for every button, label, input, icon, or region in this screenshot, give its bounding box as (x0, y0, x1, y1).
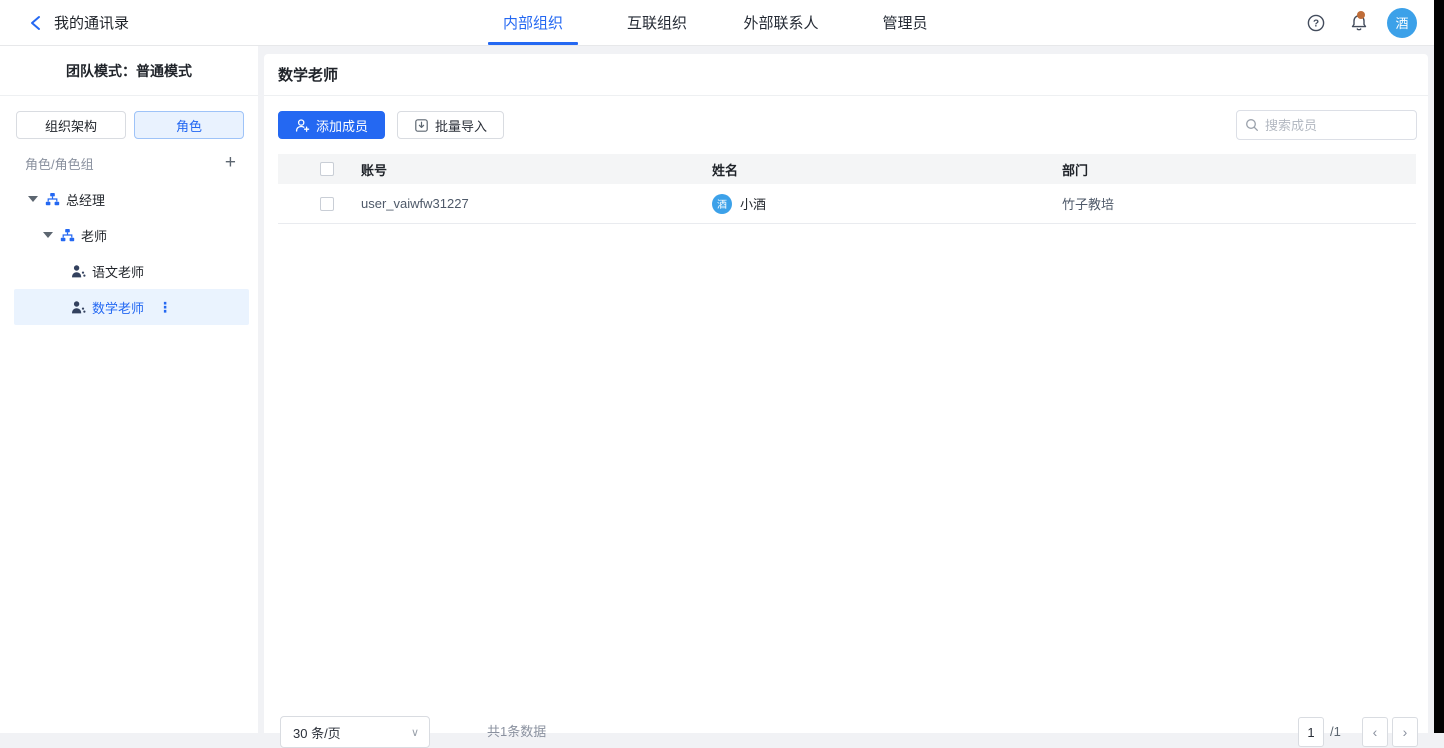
row-checkbox[interactable] (320, 197, 334, 211)
next-page-button[interactable]: › (1392, 717, 1418, 747)
row-checkbox-cell (278, 197, 361, 211)
view-toggle: 组织架构 角色 (0, 96, 258, 139)
role-button[interactable]: 角色 (134, 111, 244, 139)
add-member-label: 添加成员 (316, 116, 368, 135)
search-member-box (1236, 110, 1417, 140)
cell-department: 竹子教培 (1062, 194, 1416, 213)
row-avatar: 酒 (712, 194, 732, 214)
tab-internal-org[interactable]: 内部组织 (488, 0, 578, 45)
tree-item-general-manager[interactable]: 总经理 (14, 181, 249, 217)
tab-label: 内部组织 (503, 12, 563, 33)
import-icon (414, 118, 429, 133)
screen-edge-black-strip (1434, 0, 1444, 733)
main-panel: 数学老师 添加成员 批量导入 (264, 54, 1428, 733)
tab-label: 管理员 (882, 12, 927, 33)
role-group-section: 角色/角色组 + (0, 149, 258, 177)
tree-item-label: 总经理 (66, 190, 105, 209)
cell-name: 酒 小酒 (712, 194, 1062, 214)
notification-dot (1357, 11, 1365, 19)
member-name: 小酒 (740, 194, 766, 213)
help-icon[interactable]: ? (1307, 14, 1325, 32)
tree-item-chinese-teacher[interactable]: 语文老师 (14, 253, 249, 289)
tab-external-contacts[interactable]: 外部联系人 (736, 0, 826, 45)
panel-header: 数学老师 (264, 54, 1428, 96)
more-options-icon[interactable]: ⋮ (158, 299, 172, 316)
add-role-icon[interactable]: + (225, 155, 236, 171)
role-person-icon (71, 300, 86, 315)
tree-item-teacher[interactable]: 老师 (14, 217, 249, 253)
tab-admins[interactable]: 管理员 (860, 0, 950, 45)
page-title[interactable]: 我的通讯录 (54, 12, 129, 33)
collapse-caret-icon[interactable] (27, 196, 38, 202)
add-member-button[interactable]: 添加成员 (278, 111, 385, 139)
page-size-value: 30 条/页 (293, 723, 341, 742)
tab-label: 互联组织 (627, 12, 687, 33)
org-group-icon (60, 228, 75, 243)
search-member-input[interactable] (1265, 118, 1408, 133)
batch-import-label: 批量导入 (435, 116, 487, 135)
sidebar: 团队模式：普通模式 组织架构 角色 角色/角色组 + 总经理 (0, 46, 258, 733)
table-header-row: 账号 姓名 部门 (278, 154, 1416, 184)
add-person-icon (295, 118, 310, 133)
top-bar: 我的通讯录 内部组织 互联组织 外部联系人 管理员 ? (0, 0, 1444, 46)
tab-connected-org[interactable]: 互联组织 (612, 0, 702, 45)
select-all-checkbox[interactable] (320, 162, 334, 176)
org-structure-button[interactable]: 组织架构 (16, 111, 126, 139)
tab-label: 外部联系人 (743, 12, 818, 33)
total-count-label: 共1条数据 (487, 716, 546, 748)
role-group-label: 角色/角色组 (25, 154, 94, 173)
table-row[interactable]: user_vaiwfw31227 酒 小酒 竹子教培 (278, 184, 1416, 224)
breadcrumb: 我的通讯录 (28, 0, 129, 45)
active-tab-underline (488, 42, 578, 45)
prev-page-button[interactable]: ‹ (1362, 717, 1388, 747)
tree-item-label: 语文老师 (92, 262, 144, 281)
tree-item-label: 数学老师 (92, 298, 144, 317)
column-account: 账号 (361, 160, 712, 179)
back-icon[interactable] (28, 14, 44, 32)
tree-item-label: 老师 (81, 226, 107, 245)
page-size-select[interactable]: 30 条/页 ∨ (280, 716, 430, 748)
header-checkbox-cell (278, 162, 361, 176)
toolbar: 添加成员 批量导入 (264, 96, 1428, 154)
column-name: 姓名 (712, 160, 1062, 179)
current-page-box[interactable]: 1 (1298, 717, 1324, 747)
total-pages-label: /1 (1330, 717, 1341, 747)
svg-text:?: ? (1313, 18, 1319, 29)
role-tree: 总经理 老师 (0, 181, 258, 325)
user-avatar[interactable]: 酒 (1387, 8, 1417, 38)
column-department: 部门 (1062, 160, 1416, 179)
role-person-icon (71, 264, 86, 279)
tree-item-math-teacher[interactable]: 数学老师 ⋮ (14, 289, 249, 325)
notification-bell-icon[interactable] (1349, 13, 1369, 33)
org-group-icon (45, 192, 60, 207)
batch-import-button[interactable]: 批量导入 (397, 111, 504, 139)
topbar-actions: ? 酒 (1307, 0, 1417, 45)
cell-account: user_vaiwfw31227 (361, 196, 712, 211)
nav-tabs: 内部组织 互联组织 外部联系人 管理员 (488, 0, 950, 45)
search-icon (1245, 118, 1259, 132)
team-mode-header: 团队模式：普通模式 (0, 46, 258, 96)
members-table: 账号 姓名 部门 user_vaiwfw31227 酒 小酒 竹子教培 (278, 154, 1416, 224)
role-title: 数学老师 (278, 64, 338, 85)
collapse-caret-icon[interactable] (42, 232, 53, 238)
chevron-down-icon: ∨ (411, 726, 419, 739)
